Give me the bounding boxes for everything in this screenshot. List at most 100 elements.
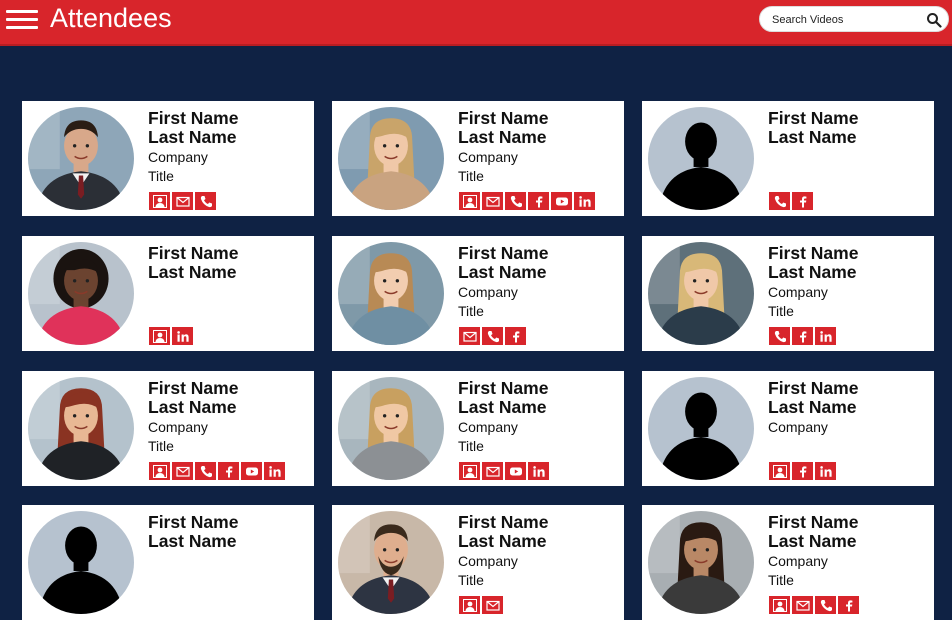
attendee-card[interactable]: First Name Last Name Company Title xyxy=(332,371,624,486)
last-name: Last Name xyxy=(148,531,237,551)
attendee-card[interactable]: First Name Last Name xyxy=(22,505,314,620)
attendee-info: First Name Last Name Company Title xyxy=(458,109,620,185)
search-icon[interactable] xyxy=(926,12,942,28)
facebook-icon[interactable] xyxy=(528,192,549,210)
first-name: First Name xyxy=(148,378,239,398)
contact-icons xyxy=(149,192,216,210)
attendee-info: First Name Last Name Company Title xyxy=(148,109,310,185)
last-name: Last Name xyxy=(148,262,237,282)
email-icon[interactable] xyxy=(482,596,503,614)
job-title: Title xyxy=(458,168,484,184)
contact-icons xyxy=(459,596,503,614)
attendee-card[interactable]: First Name Last Name Company Title xyxy=(22,101,314,216)
youtube-icon[interactable] xyxy=(241,462,262,480)
profile-icon[interactable] xyxy=(149,327,170,345)
first-name: First Name xyxy=(458,243,549,263)
profile-icon[interactable] xyxy=(769,462,790,480)
email-icon[interactable] xyxy=(172,462,193,480)
phone-icon[interactable] xyxy=(769,327,790,345)
job-title: Title xyxy=(148,168,174,184)
first-name: First Name xyxy=(768,512,859,532)
contact-icons xyxy=(459,327,526,345)
attendee-card[interactable]: First Name Last Name Company Title xyxy=(642,236,934,351)
facebook-icon[interactable] xyxy=(792,192,813,210)
attendee-photo xyxy=(648,242,754,345)
attendee-photo xyxy=(338,511,444,614)
email-icon[interactable] xyxy=(792,596,813,614)
linkedin-icon[interactable] xyxy=(815,327,836,345)
attendee-photo xyxy=(338,377,444,480)
facebook-icon[interactable] xyxy=(218,462,239,480)
first-name: First Name xyxy=(768,108,859,128)
linkedin-icon[interactable] xyxy=(815,462,836,480)
company: Company xyxy=(768,553,828,569)
search-box xyxy=(759,6,949,32)
contact-icons xyxy=(149,327,193,345)
phone-icon[interactable] xyxy=(195,192,216,210)
attendee-card[interactable]: First Name Last Name xyxy=(642,101,934,216)
attendee-card[interactable]: First Name Last Name Company Title xyxy=(22,371,314,486)
top-bar: Attendees xyxy=(0,0,952,46)
profile-icon[interactable] xyxy=(769,596,790,614)
job-title: Title xyxy=(768,572,794,588)
phone-icon[interactable] xyxy=(769,192,790,210)
last-name: Last Name xyxy=(768,397,857,417)
last-name: Last Name xyxy=(768,127,857,147)
phone-icon[interactable] xyxy=(482,327,503,345)
attendee-info: First Name Last Name Company Title xyxy=(458,244,620,320)
facebook-icon[interactable] xyxy=(505,327,526,345)
first-name: First Name xyxy=(768,243,859,263)
phone-icon[interactable] xyxy=(195,462,216,480)
attendee-card[interactable]: First Name Last Name xyxy=(22,236,314,351)
attendee-info: First Name Last Name Company Title xyxy=(148,379,310,455)
hamburger-menu-icon[interactable] xyxy=(6,10,38,32)
job-title: Title xyxy=(148,438,174,454)
profile-icon[interactable] xyxy=(149,462,170,480)
attendee-card[interactable]: First Name Last Name Company Title xyxy=(642,505,934,620)
phone-icon[interactable] xyxy=(505,192,526,210)
attendee-card[interactable]: First Name Last Name Company Title xyxy=(332,505,624,620)
attendee-info: First Name Last Name Company Title xyxy=(768,513,930,589)
default-avatar-silhouette xyxy=(648,377,754,480)
first-name: First Name xyxy=(148,243,239,263)
attendee-info: First Name Last Name Company xyxy=(768,379,930,436)
email-icon[interactable] xyxy=(482,462,503,480)
contact-icons xyxy=(459,462,549,480)
youtube-icon[interactable] xyxy=(505,462,526,480)
email-icon[interactable] xyxy=(482,192,503,210)
contact-icons xyxy=(769,327,836,345)
facebook-icon[interactable] xyxy=(838,596,859,614)
attendee-card[interactable]: First Name Last Name Company Title xyxy=(332,101,624,216)
attendee-card[interactable]: First Name Last Name Company Title xyxy=(332,236,624,351)
first-name: First Name xyxy=(148,108,239,128)
profile-icon[interactable] xyxy=(459,192,480,210)
company: Company xyxy=(768,284,828,300)
facebook-icon[interactable] xyxy=(792,327,813,345)
profile-icon[interactable] xyxy=(459,462,480,480)
company: Company xyxy=(458,419,518,435)
linkedin-icon[interactable] xyxy=(264,462,285,480)
linkedin-icon[interactable] xyxy=(172,327,193,345)
linkedin-icon[interactable] xyxy=(574,192,595,210)
email-icon[interactable] xyxy=(172,192,193,210)
facebook-icon[interactable] xyxy=(792,462,813,480)
job-title: Title xyxy=(768,303,794,319)
first-name: First Name xyxy=(458,512,549,532)
search-input[interactable] xyxy=(772,11,922,29)
attendee-card[interactable]: First Name Last Name Company xyxy=(642,371,934,486)
email-icon[interactable] xyxy=(459,327,480,345)
youtube-icon[interactable] xyxy=(551,192,572,210)
attendee-info: First Name Last Name Company Title xyxy=(768,244,930,320)
attendee-info: First Name Last Name Company Title xyxy=(458,379,620,455)
company: Company xyxy=(458,553,518,569)
profile-icon[interactable] xyxy=(459,596,480,614)
profile-icon[interactable] xyxy=(149,192,170,210)
page-title: Attendees xyxy=(50,3,172,33)
last-name: Last Name xyxy=(458,262,547,282)
attendee-info: First Name Last Name xyxy=(148,244,310,282)
phone-icon[interactable] xyxy=(815,596,836,614)
linkedin-icon[interactable] xyxy=(528,462,549,480)
first-name: First Name xyxy=(768,378,859,398)
job-title: Title xyxy=(458,303,484,319)
attendee-info: First Name Last Name Company Title xyxy=(458,513,620,589)
